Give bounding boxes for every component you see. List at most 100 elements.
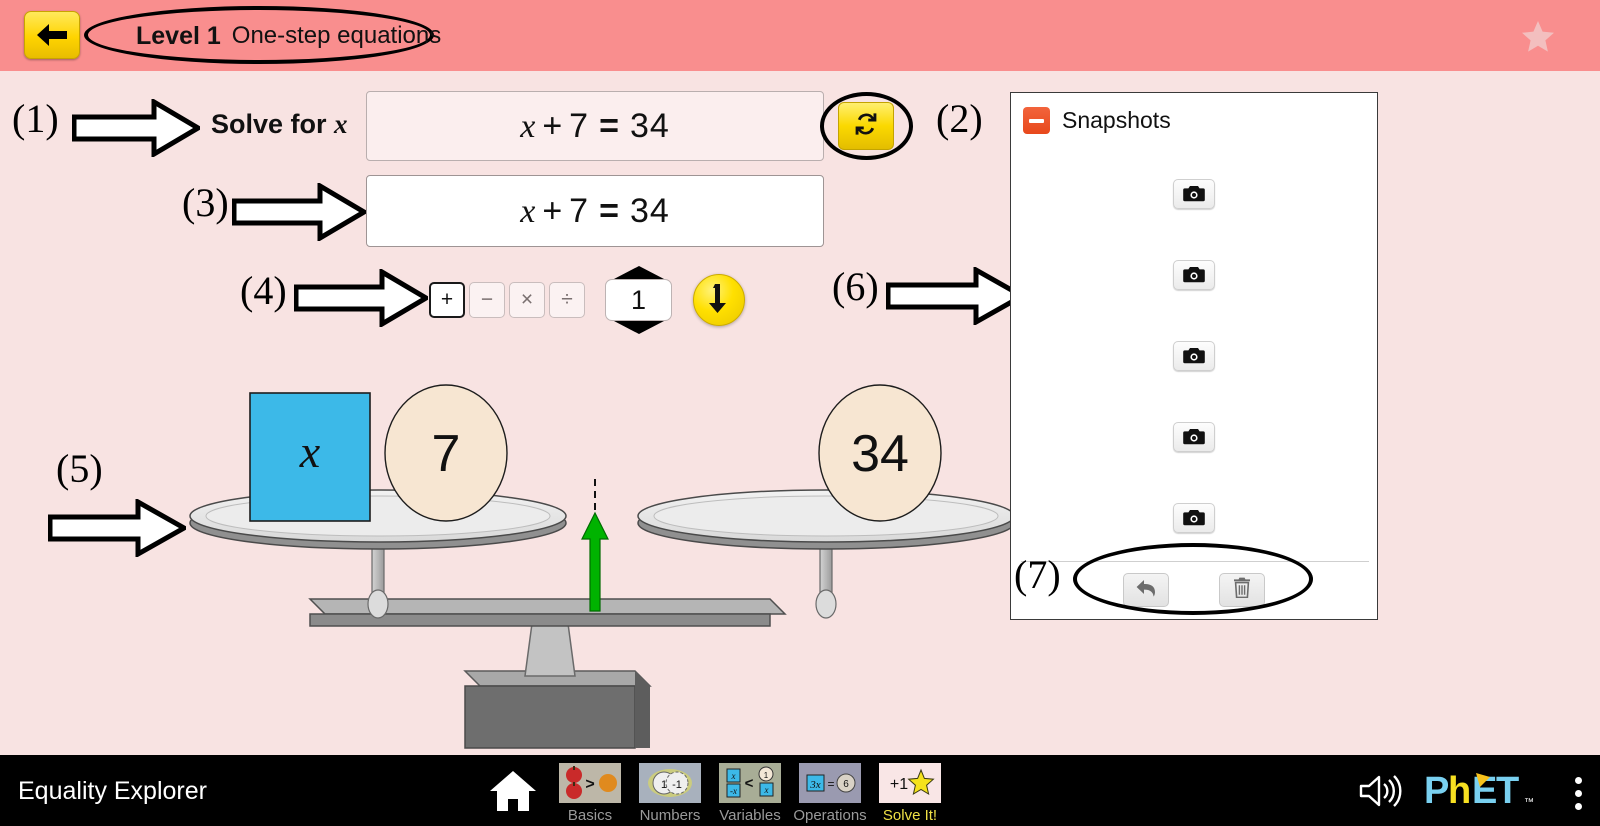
current-equation-box: x +7 = 34 (366, 175, 824, 247)
operand-number-picker[interactable]: 1 (605, 266, 672, 334)
operator-times-label: × (520, 288, 534, 311)
callout-arrow-3 (231, 181, 369, 246)
callout-arrow-1 (71, 97, 203, 162)
callout-4: (4) (240, 268, 287, 313)
level-label: Level 1 One-step equations (96, 14, 481, 58)
back-arrow-icon (35, 22, 69, 48)
snapshot-row-4[interactable] (1011, 396, 1377, 477)
svg-text:-x: -x (730, 786, 737, 796)
tab-operations-thumbnail: 3x = 6 (796, 761, 864, 805)
tab-variables-label: Variables (719, 807, 781, 824)
tab-solve-it-thumbnail: +1 (876, 761, 944, 805)
callout-arrow-6 (885, 265, 1028, 330)
current-left-constant: 7 (569, 191, 590, 230)
challenge-left-constant: 7 (569, 106, 590, 145)
constant-circle-7: 7 (384, 384, 508, 522)
callout-6: (6) (832, 264, 879, 309)
operator-minus-button[interactable]: − (469, 282, 505, 318)
challenge-equation-text: x +7 = 34 (520, 107, 670, 146)
operator-divide-label: ÷ (561, 288, 573, 311)
back-button[interactable] (24, 11, 80, 59)
snapshot-row-list (1011, 153, 1377, 558)
apply-down-arrow-icon (706, 282, 732, 319)
camera-icon[interactable] (1173, 178, 1215, 209)
svg-text:6: 6 (843, 779, 849, 790)
apply-operation-button[interactable] (693, 274, 745, 326)
sound-button[interactable] (1358, 773, 1404, 814)
snapshots-title: Snapshots (1062, 107, 1171, 133)
challenge-equation-box: x +7 = 34 (366, 91, 824, 161)
operator-plus-label: + (440, 288, 454, 311)
operator-plus-button[interactable]: + (429, 282, 465, 318)
phet-logo[interactable]: P h E T ™ (1424, 770, 1542, 816)
operator-divide-button[interactable]: ÷ (549, 282, 585, 318)
svg-text:34: 34 (851, 425, 909, 483)
operand-increment-arrow[interactable] (613, 266, 664, 279)
undo-button[interactable] (1123, 573, 1169, 607)
challenge-equals-sign: = (599, 106, 620, 145)
snapshot-row-3[interactable] (1011, 315, 1377, 396)
tab-operations[interactable]: 3x = 6 Operations (793, 761, 867, 824)
operand-value[interactable]: 1 (605, 279, 672, 321)
trash-button[interactable] (1219, 573, 1265, 607)
solve-for-text: Solve for (211, 109, 327, 139)
snapshot-row-2[interactable] (1011, 234, 1377, 315)
svg-text:-1: -1 (672, 779, 682, 791)
operator-minus-label: − (480, 288, 494, 311)
callout-arrow-5 (47, 497, 190, 562)
svg-text:1: 1 (764, 771, 769, 780)
tab-numbers[interactable]: 1 -1 Numbers (636, 761, 704, 824)
phet-navigation-bar: Equality Explorer > Basics 1 -1 Numbers … (0, 755, 1600, 826)
operator-times-button[interactable]: × (509, 282, 545, 318)
home-icon (488, 771, 538, 817)
refresh-icon (851, 109, 881, 144)
svg-text:x: x (731, 771, 736, 781)
balance-arrow-icon (581, 479, 609, 612)
callout-7: (7) (1014, 552, 1061, 597)
level-header-bar: Level 1 One-step equations (0, 0, 1600, 71)
simulation-title: Equality Explorer (18, 777, 207, 805)
snapshot-actions (1011, 573, 1377, 607)
svg-text:T: T (1496, 771, 1519, 811)
constant-circle-34: 34 (818, 384, 942, 522)
tab-solve-it[interactable]: +1 Solve It! (876, 761, 944, 824)
camera-icon[interactable] (1173, 259, 1215, 290)
tab-variables[interactable]: x -x < 1 x Variables (716, 761, 784, 824)
snapshot-row-5[interactable] (1011, 477, 1377, 558)
star-icon (1520, 20, 1556, 59)
collapse-minus-icon[interactable] (1023, 107, 1050, 134)
level-number: Level 1 (136, 21, 221, 50)
callout-5: (5) (56, 446, 103, 491)
refresh-button[interactable] (838, 102, 894, 150)
svg-text:P: P (1424, 771, 1449, 811)
svg-text:3x: 3x (809, 779, 821, 791)
svg-text:=: = (827, 777, 834, 791)
operand-decrement-arrow[interactable] (613, 321, 664, 334)
menu-dot (1575, 790, 1582, 797)
kebab-menu-icon[interactable] (1575, 777, 1582, 810)
camera-icon[interactable] (1173, 340, 1215, 371)
snapshots-header: Snapshots (1023, 107, 1171, 134)
current-equals-sign: = (599, 191, 620, 230)
tab-variables-thumbnail: x -x < 1 x (716, 761, 784, 805)
camera-icon[interactable] (1173, 421, 1215, 452)
camera-icon[interactable] (1173, 502, 1215, 533)
callout-2: (2) (936, 96, 983, 141)
tab-basics-label: Basics (567, 807, 613, 824)
home-button[interactable] (488, 769, 538, 818)
svg-text:1: 1 (661, 779, 667, 791)
challenge-right-value: 34 (629, 106, 670, 145)
tab-operations-label: Operations (793, 807, 867, 824)
current-operator: + (542, 191, 564, 230)
current-equation-text: x +7 = 34 (520, 192, 670, 231)
snapshot-row-1[interactable] (1011, 153, 1377, 234)
universal-operation-controls: + − × ÷ 1 (429, 266, 745, 334)
tab-numbers-thumbnail: 1 -1 (636, 761, 704, 805)
sound-on-icon (1358, 775, 1404, 813)
challenge-left-variable: x (520, 107, 537, 145)
left-plate (189, 489, 567, 550)
svg-text:>: > (585, 776, 594, 793)
right-plate (637, 489, 1015, 550)
tab-basics[interactable]: > Basics (556, 761, 624, 824)
tab-basics-thumbnail: > (556, 761, 624, 805)
